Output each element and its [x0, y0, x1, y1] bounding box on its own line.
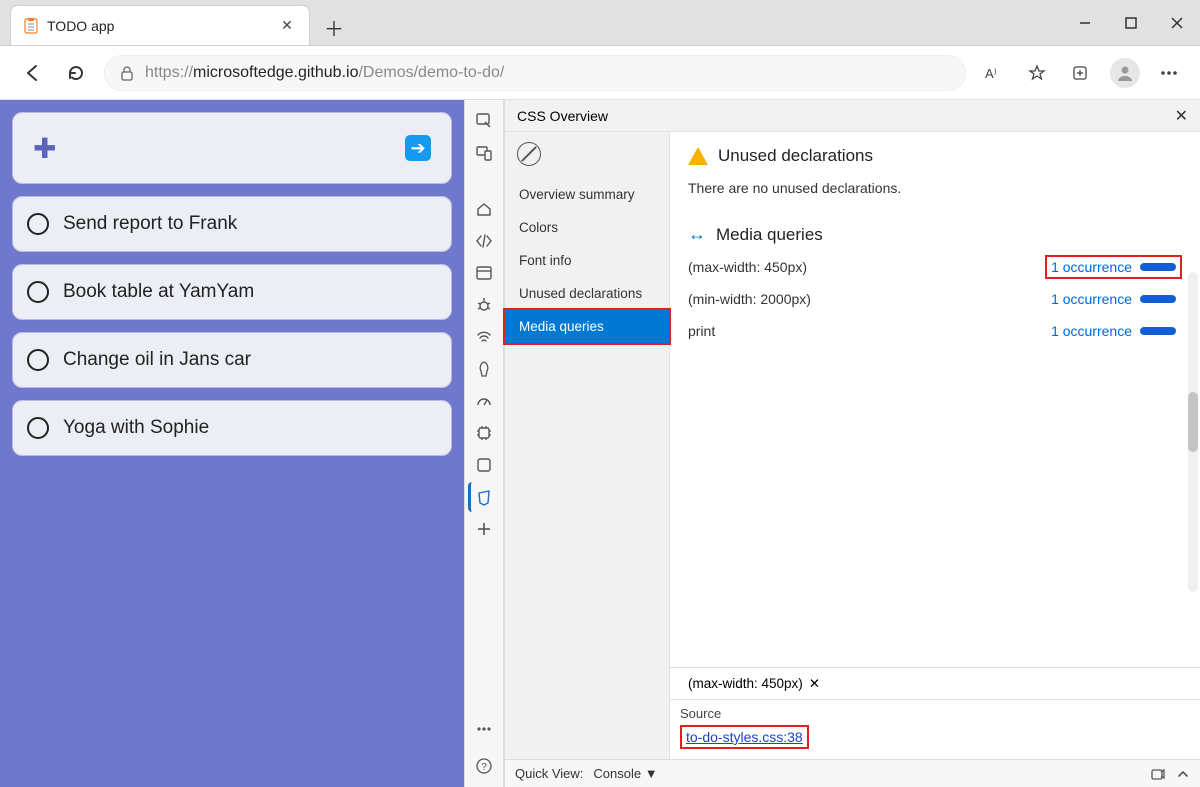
debugger-tab-icon[interactable]	[469, 290, 499, 320]
source-panel-tab-close-icon[interactable]: ✕	[809, 676, 820, 692]
source-file-link[interactable]: to-do-styles.css:38	[680, 725, 809, 749]
todo-radio-icon[interactable]	[27, 349, 49, 371]
section-heading: Media queries	[716, 225, 823, 245]
url-text: https://microsoftedge.github.io/Demos/de…	[145, 64, 504, 82]
todo-item[interactable]: Change oil in Jans car	[12, 332, 452, 388]
devtools-close-button[interactable]: ✕	[1175, 106, 1188, 126]
devtools-overflow-button[interactable]	[469, 709, 499, 749]
window-close-button[interactable]	[1154, 1, 1200, 45]
window-maximize-button[interactable]	[1108, 1, 1154, 45]
media-query-text: (max-width: 450px)	[688, 259, 807, 275]
tab-close-button[interactable]: ✕	[277, 16, 297, 36]
todo-app-page: ✚ ➔ Send report to Frank Book table at Y…	[0, 100, 464, 787]
devtools-panel: CSS Overview ✕ Overview summary Colors F…	[504, 100, 1200, 787]
css-overview-main: Unused declarations There are no unused …	[670, 132, 1200, 759]
application-tab-icon[interactable]	[469, 450, 499, 480]
media-queries-section: ↔ Media queries (max-width: 450px) 1 occ…	[670, 210, 1200, 353]
address-bar: https://microsoftedge.github.io/Demos/de…	[0, 46, 1200, 100]
todo-item-text: Change oil in Jans car	[63, 349, 251, 371]
refresh-button[interactable]	[60, 57, 92, 89]
favorites-button[interactable]	[1022, 58, 1052, 88]
css-overview-sidebar: Overview summary Colors Font info Unused…	[505, 132, 670, 759]
elements-tab-icon[interactable]	[469, 226, 499, 256]
performance-tab-icon[interactable]	[469, 386, 499, 416]
device-emulation-icon[interactable]	[469, 138, 499, 168]
profile-button[interactable]	[1110, 58, 1140, 88]
unused-declarations-text: There are no unused declarations.	[688, 180, 1182, 196]
sidebar-item-media-queries[interactable]: Media queries	[503, 308, 671, 345]
more-button[interactable]	[1154, 58, 1184, 88]
media-query-row: print 1 occurrence	[688, 323, 1182, 339]
network-tab-icon[interactable]	[469, 322, 499, 352]
todo-radio-icon[interactable]	[27, 213, 49, 235]
devtools-header: CSS Overview ✕	[505, 100, 1200, 132]
unused-declarations-section: Unused declarations There are no unused …	[670, 132, 1200, 210]
quick-view-dropdown[interactable]: Console ▼	[593, 766, 657, 781]
sources-tab-icon[interactable]	[469, 258, 499, 288]
todo-new-input-row[interactable]: ✚ ➔	[12, 112, 452, 184]
devtools-icon-strip: ?	[464, 100, 504, 787]
read-aloud-button[interactable]: A⁾	[978, 58, 1008, 88]
window-minimize-button[interactable]	[1062, 1, 1108, 45]
occurrence-bar-icon	[1140, 263, 1176, 271]
new-tab-button[interactable]: ＋	[316, 9, 352, 45]
title-bar: TODO app ✕ ＋	[0, 0, 1200, 46]
back-button[interactable]	[16, 57, 48, 89]
occurrence-link[interactable]: 1 occurrence	[1051, 259, 1132, 275]
media-queries-icon: ↔	[688, 224, 706, 245]
media-query-row: (max-width: 450px) 1 occurrence	[688, 259, 1182, 275]
devtools-panel-title: CSS Overview	[517, 108, 608, 124]
browser-tab[interactable]: TODO app ✕	[10, 5, 310, 45]
quick-view-issue-icon[interactable]	[1150, 766, 1166, 782]
help-button[interactable]: ?	[469, 751, 499, 781]
sidebar-item-overview-summary[interactable]: Overview summary	[505, 178, 669, 211]
sidebar-item-colors[interactable]: Colors	[505, 211, 669, 244]
svg-text:A⁾: A⁾	[985, 66, 997, 81]
inspect-element-icon[interactable]	[469, 106, 499, 136]
tab-favicon-todo-icon	[23, 18, 39, 34]
welcome-tab-icon[interactable]	[469, 194, 499, 224]
svg-text:?: ?	[481, 762, 487, 773]
todo-item[interactable]: Send report to Frank	[12, 196, 452, 252]
todo-item-text: Send report to Frank	[63, 213, 237, 235]
lock-icon	[119, 65, 135, 81]
more-tabs-button[interactable]	[469, 514, 499, 544]
scrollbar-thumb[interactable]	[1188, 392, 1198, 452]
recapture-button[interactable]	[517, 142, 541, 166]
media-query-row: (min-width: 2000px) 1 occurrence	[688, 291, 1182, 307]
todo-radio-icon[interactable]	[27, 417, 49, 439]
css-overview-tab-icon[interactable]	[468, 482, 498, 512]
tab-title-text: TODO app	[47, 18, 114, 34]
memory-tab-icon[interactable]	[469, 418, 499, 448]
add-todo-plus-icon: ✚	[33, 132, 56, 165]
source-panel-tab-label: (max-width: 450px)	[688, 676, 803, 691]
quick-view-expand-icon[interactable]	[1176, 767, 1190, 781]
occurrence-link[interactable]: 1 occurrence	[1051, 291, 1132, 307]
todo-item-text: Yoga with Sophie	[63, 417, 209, 439]
lighthouse-tab-icon[interactable]	[469, 354, 499, 384]
occurrence-link[interactable]: 1 occurrence	[1051, 323, 1132, 339]
devtools-quick-view-bar: Quick View: Console ▼	[505, 759, 1200, 787]
source-panel-tab[interactable]: (max-width: 450px) ✕	[678, 670, 830, 698]
content-area: ✚ ➔ Send report to Frank Book table at Y…	[0, 100, 1200, 787]
section-heading: Unused declarations	[718, 146, 873, 166]
media-query-text: (min-width: 2000px)	[688, 291, 811, 307]
warning-icon	[688, 147, 708, 165]
todo-item[interactable]: Book table at YamYam	[12, 264, 452, 320]
submit-todo-button[interactable]: ➔	[405, 135, 431, 161]
media-query-text: print	[688, 323, 715, 339]
todo-item-text: Book table at YamYam	[63, 281, 254, 303]
occurrence-bar-icon	[1140, 327, 1176, 335]
source-label: Source	[670, 700, 1200, 721]
sidebar-item-font-info[interactable]: Font info	[505, 244, 669, 277]
todo-item[interactable]: Yoga with Sophie	[12, 400, 452, 456]
media-query-source-panel: (max-width: 450px) ✕ Source to-do-styles…	[670, 667, 1200, 759]
sidebar-item-unused-declarations[interactable]: Unused declarations	[505, 277, 669, 310]
url-input[interactable]: https://microsoftedge.github.io/Demos/de…	[104, 55, 966, 91]
quick-view-label: Quick View:	[515, 766, 583, 781]
occurrence-bar-icon	[1140, 295, 1176, 303]
collections-button[interactable]	[1066, 58, 1096, 88]
todo-radio-icon[interactable]	[27, 281, 49, 303]
window-controls	[1062, 1, 1200, 45]
